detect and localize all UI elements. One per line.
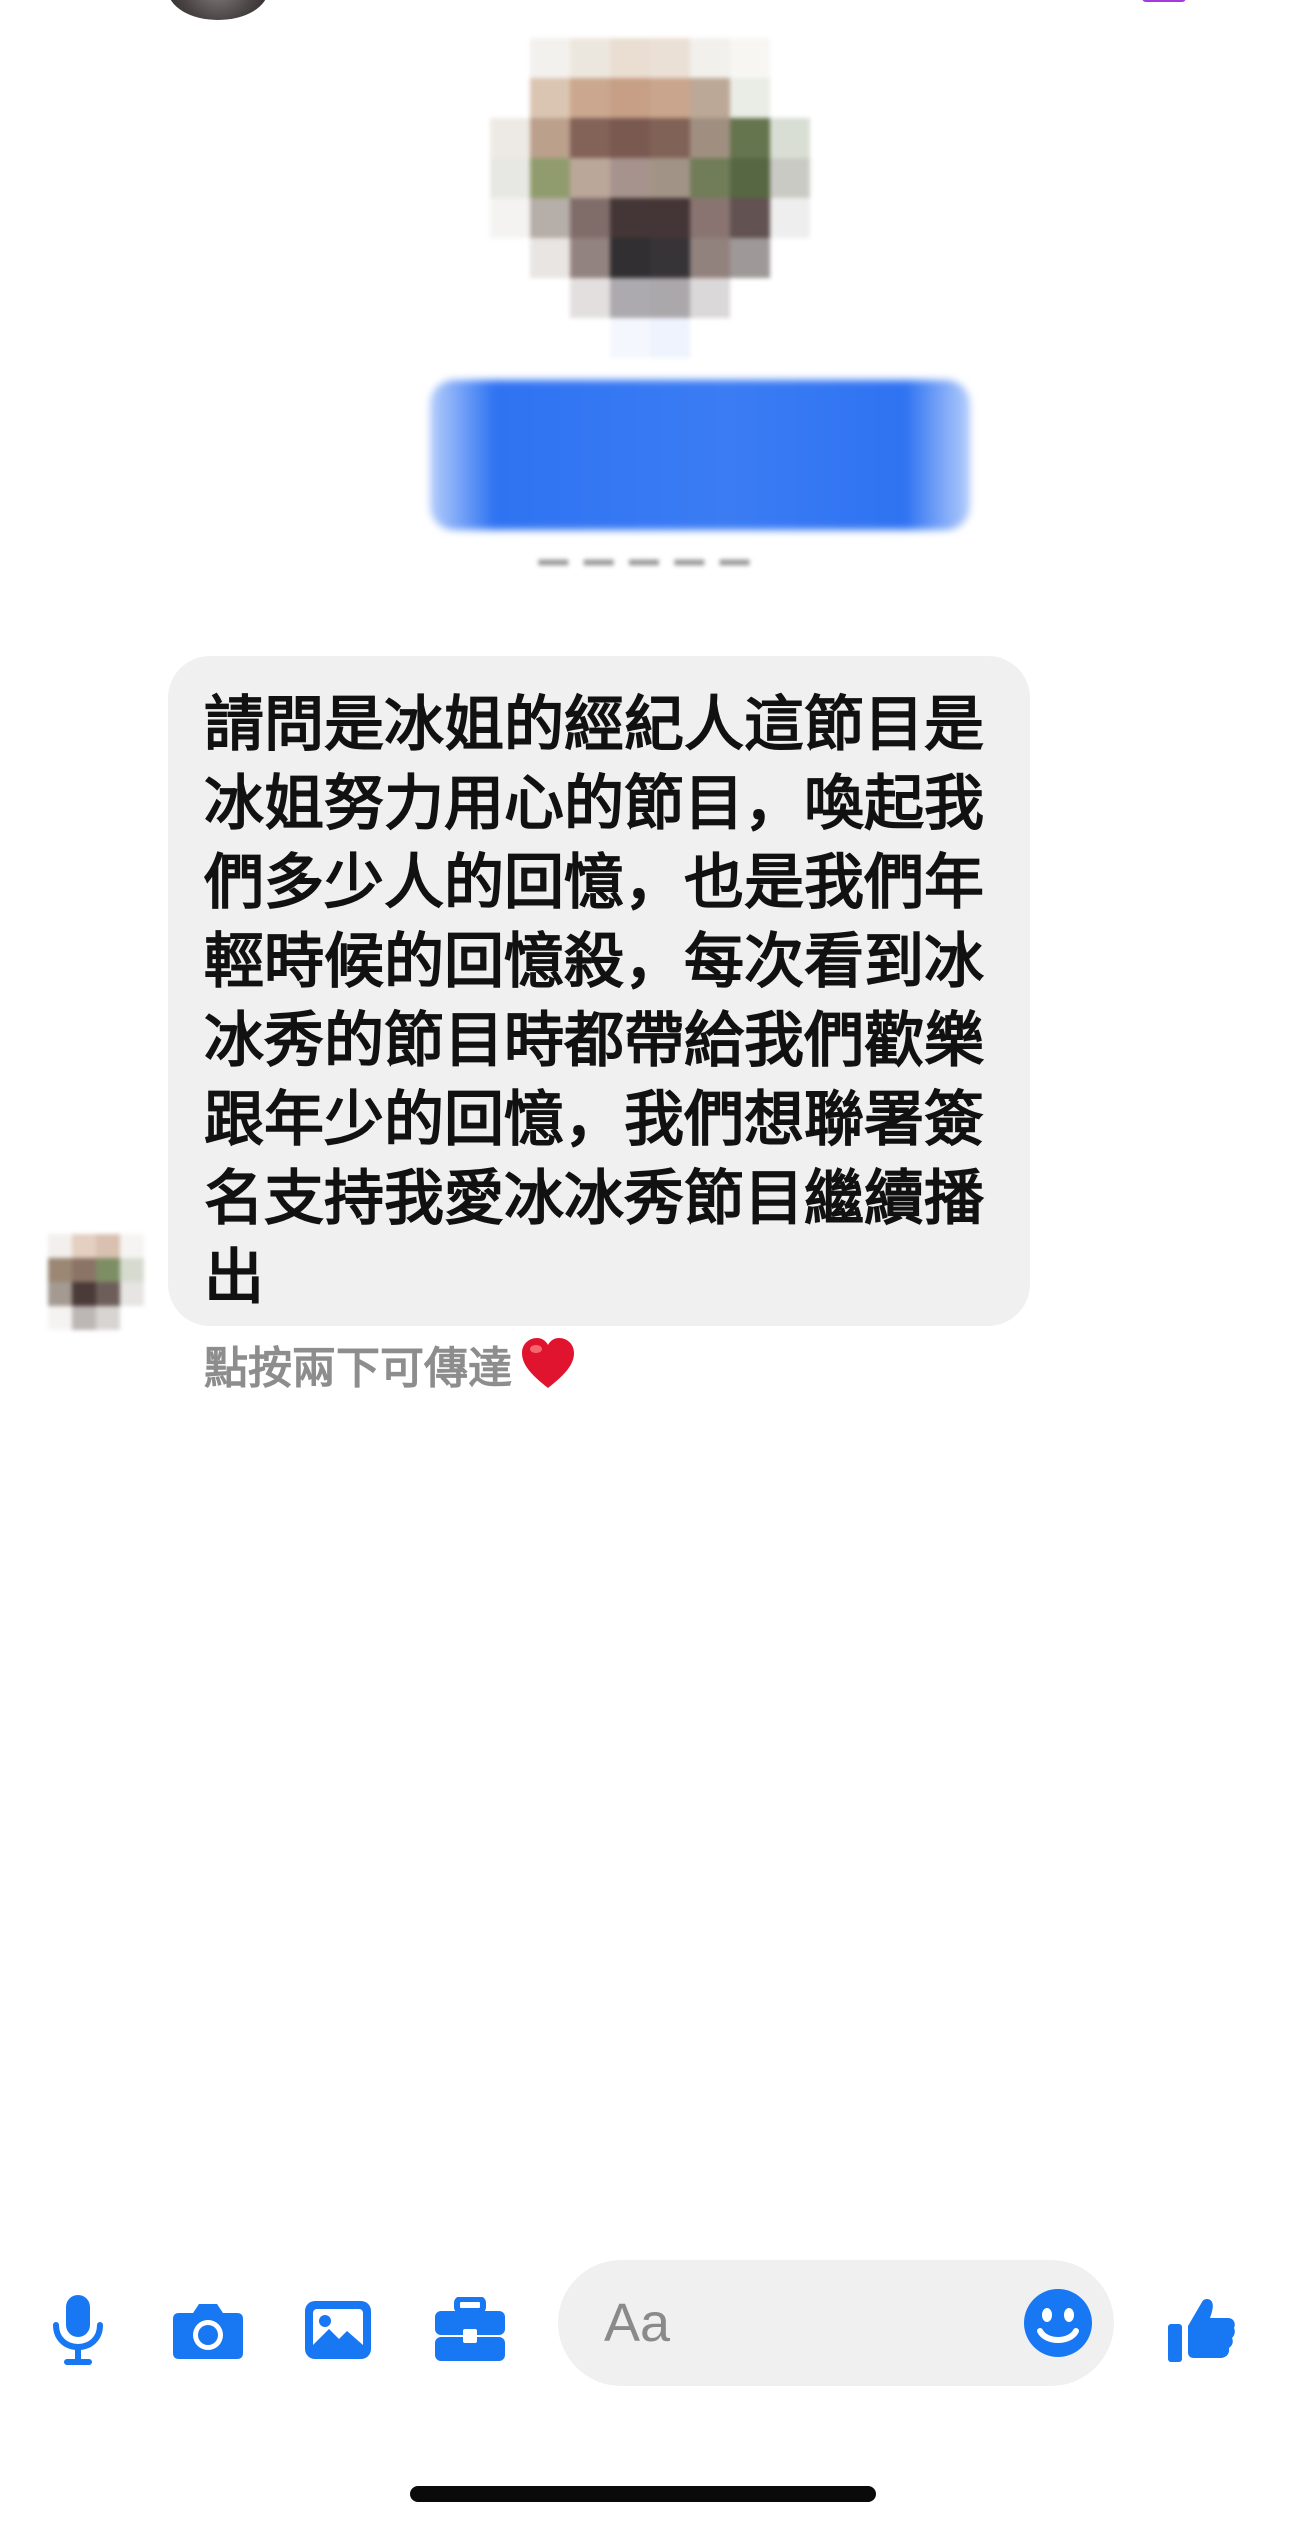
microphone-icon[interactable]	[38, 2290, 118, 2370]
profile-name-blurred	[430, 380, 970, 530]
sender-avatar[interactable]	[48, 1234, 144, 1330]
message-bubble[interactable]: 請問是冰姐的經紀人這節目是冰姐努力用心的節目，喚起我們多少人的回憶，也是我們年輕…	[168, 656, 1030, 1326]
header-accent-icon[interactable]	[1142, 0, 1186, 2]
timestamp-blurred: ▔ ▔ ▔ ▔ ▔	[538, 560, 752, 604]
thumbs-up-icon[interactable]	[1162, 2290, 1242, 2370]
message-text: 請問是冰姐的經紀人這節目是冰姐努力用心的節目，喚起我們多少人的回憶，也是我們年輕…	[204, 690, 984, 1313]
briefcase-icon[interactable]	[430, 2290, 510, 2370]
composer-bar	[0, 2260, 1290, 2400]
emoji-icon[interactable]	[1016, 2281, 1100, 2365]
header-avatar[interactable]	[168, 0, 268, 20]
image-icon[interactable]	[298, 2290, 378, 2370]
message-input-field[interactable]	[558, 2260, 1114, 2386]
camera-icon[interactable]	[168, 2290, 248, 2370]
profile-avatar[interactable]	[490, 38, 810, 368]
message-input[interactable]	[604, 2292, 944, 2354]
heart-icon	[518, 1334, 578, 1394]
double-tap-hint: 點按兩下可傳達	[204, 1332, 578, 1396]
home-indicator[interactable]	[410, 2486, 876, 2502]
double-tap-hint-label: 點按兩下可傳達	[204, 1343, 512, 1394]
